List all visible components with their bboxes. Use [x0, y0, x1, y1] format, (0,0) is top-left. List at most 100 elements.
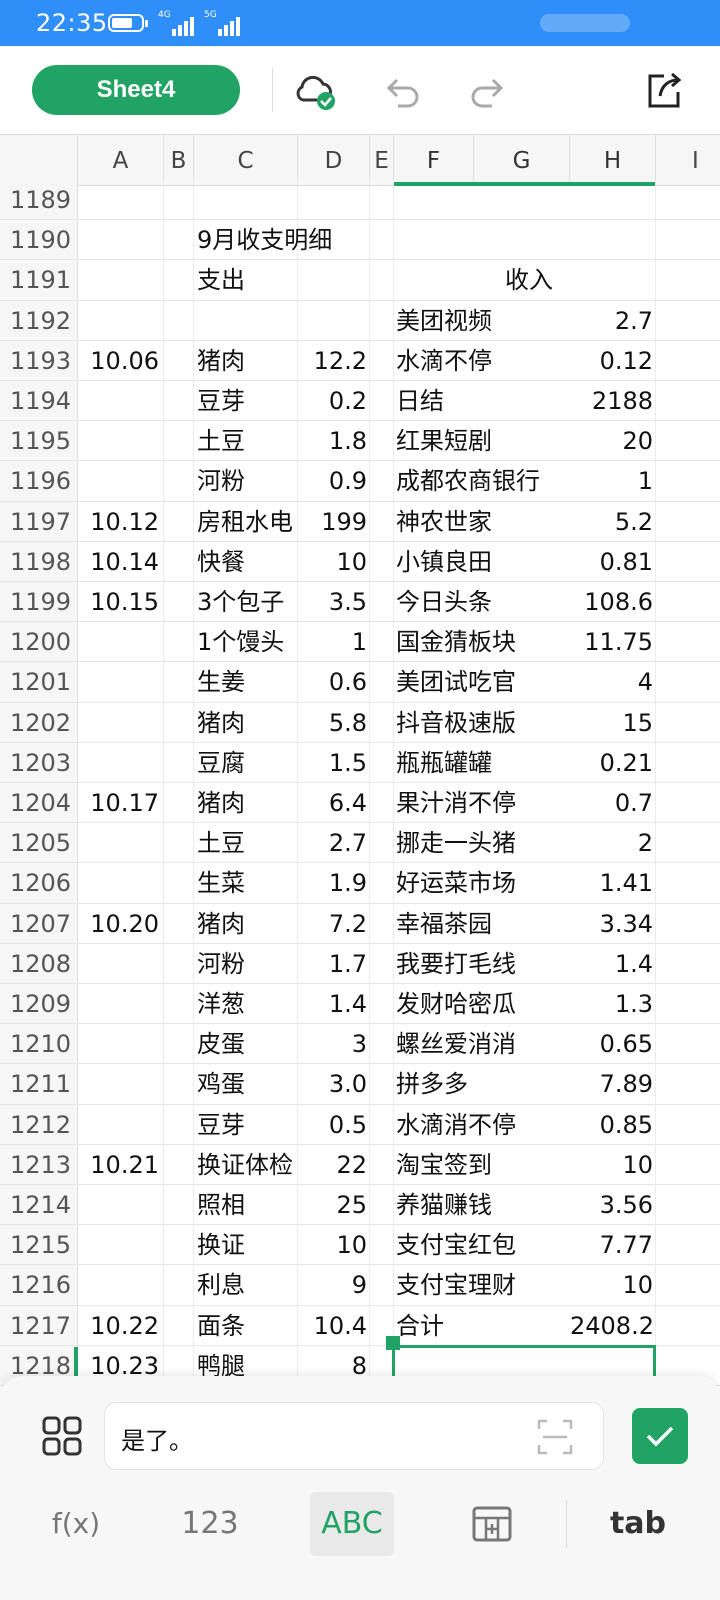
cell-f[interactable]: 支付宝红包: [394, 1225, 570, 1264]
cell-a[interactable]: 10.22: [78, 1305, 164, 1345]
column-header-f[interactable]: F: [394, 135, 474, 185]
cell-h[interactable]: 10: [570, 1265, 656, 1305]
cell-c[interactable]: 换证体检: [194, 1144, 298, 1184]
cell-c[interactable]: 皮蛋: [194, 1024, 298, 1064]
cell-i[interactable]: [656, 1064, 720, 1103]
cell-b[interactable]: [164, 863, 194, 903]
row-number[interactable]: 1212: [0, 1104, 78, 1144]
row-number[interactable]: 1204: [0, 783, 78, 823]
cell-a[interactable]: [78, 742, 164, 782]
cell-f[interactable]: 淘宝签到: [394, 1145, 570, 1184]
cell-i[interactable]: [656, 381, 720, 420]
cell-b[interactable]: [164, 823, 194, 863]
cell-c[interactable]: 土豆: [194, 421, 298, 461]
cell-c[interactable]: 支出: [194, 260, 298, 300]
cell-d[interactable]: [298, 260, 370, 300]
cell-b[interactable]: [164, 582, 194, 622]
tab-key[interactable]: tab: [600, 1492, 676, 1556]
cell-d[interactable]: 0.2: [298, 381, 370, 421]
sheet-tab-button[interactable]: Sheet4: [32, 65, 240, 115]
cell-h[interactable]: 108.6: [570, 582, 656, 622]
cell-a[interactable]: [78, 662, 164, 702]
cell-f[interactable]: 神农世家: [394, 502, 570, 541]
cell-d[interactable]: 1.8: [298, 421, 370, 461]
cloud-saved-icon[interactable]: [290, 66, 338, 114]
cell-h[interactable]: 0.21: [570, 742, 656, 782]
cell-b[interactable]: [164, 1104, 194, 1144]
cell-b[interactable]: [164, 381, 194, 421]
cell-a[interactable]: [78, 1225, 164, 1265]
cell-h[interactable]: 20: [570, 421, 656, 461]
cell-f[interactable]: 小镇良田: [394, 542, 570, 581]
cell-d[interactable]: 0.5: [298, 1104, 370, 1144]
cell-e[interactable]: [370, 541, 394, 581]
redo-icon[interactable]: [464, 66, 512, 114]
cell-a[interactable]: 10.20: [78, 903, 164, 943]
cell-a[interactable]: [78, 823, 164, 863]
cell-f[interactable]: 发财哈密瓜: [394, 984, 570, 1023]
cell-i[interactable]: [656, 622, 720, 661]
row-number[interactable]: 1209: [0, 984, 78, 1024]
cell-c[interactable]: 猪肉: [194, 340, 298, 380]
row-number[interactable]: 1207: [0, 903, 78, 943]
cell-f[interactable]: 今日头条: [394, 582, 570, 621]
cell-h[interactable]: 1.41: [570, 863, 656, 903]
cell-a[interactable]: [78, 461, 164, 501]
cell-b[interactable]: [164, 1265, 194, 1305]
cell-a[interactable]: [78, 1024, 164, 1064]
cell-d[interactable]: 7.2: [298, 903, 370, 943]
cell-c[interactable]: 9月收支明细: [194, 220, 332, 260]
cell-d[interactable]: 3.5: [298, 582, 370, 622]
row-number[interactable]: 1210: [0, 1024, 78, 1064]
cell-c[interactable]: 河粉: [194, 461, 298, 501]
row-number[interactable]: 1203: [0, 742, 78, 782]
row-number[interactable]: 1192: [0, 300, 78, 340]
cell-h[interactable]: [570, 180, 656, 220]
column-header-h[interactable]: H: [570, 135, 656, 185]
cell-f[interactable]: 我要打毛线: [394, 944, 570, 983]
cell-h[interactable]: 0.65: [570, 1024, 656, 1064]
cell-d[interactable]: [298, 180, 370, 220]
row-number[interactable]: 1211: [0, 1064, 78, 1104]
cell-i[interactable]: [656, 220, 720, 259]
cell-h[interactable]: 2408.2: [570, 1305, 656, 1345]
cell-h[interactable]: 15: [570, 702, 656, 742]
cell-f[interactable]: 红果短剧: [394, 421, 570, 460]
cell-f[interactable]: [394, 220, 570, 259]
row-number[interactable]: 1191: [0, 260, 78, 300]
cell-e[interactable]: [370, 943, 394, 983]
cell-a[interactable]: [78, 260, 164, 300]
cell-b[interactable]: [164, 501, 194, 541]
cell-h[interactable]: 4: [570, 662, 656, 702]
cell-b[interactable]: [164, 742, 194, 782]
row-number[interactable]: 1190: [0, 220, 78, 260]
cell-d[interactable]: 1.5: [298, 742, 370, 782]
cell-a[interactable]: [78, 702, 164, 742]
cell-d[interactable]: 3.0: [298, 1064, 370, 1104]
row-number[interactable]: 1199: [0, 582, 78, 622]
cell-a[interactable]: [78, 300, 164, 340]
cell-b[interactable]: [164, 662, 194, 702]
cell-e[interactable]: [370, 702, 394, 742]
selection-handle[interactable]: [386, 1336, 400, 1350]
cell-c[interactable]: 利息: [194, 1265, 298, 1305]
cell-f[interactable]: 美团视频: [394, 301, 570, 340]
cell-c[interactable]: 房租水电: [194, 501, 298, 541]
cell-e[interactable]: [370, 1225, 394, 1265]
cell-i[interactable]: [656, 1306, 720, 1345]
cell-c[interactable]: 生姜: [194, 662, 298, 702]
cell-f[interactable]: 拼多多: [394, 1064, 570, 1103]
cell-i[interactable]: [656, 461, 720, 500]
cell-b[interactable]: [164, 1305, 194, 1345]
cell-i[interactable]: [656, 1105, 720, 1144]
cell-i[interactable]: [656, 984, 720, 1023]
row-number[interactable]: 1208: [0, 943, 78, 983]
cell-e[interactable]: [370, 381, 394, 421]
cell-b[interactable]: [164, 943, 194, 983]
cell-b[interactable]: [164, 300, 194, 340]
cell-f[interactable]: 养猫赚钱: [394, 1185, 570, 1224]
cell-e[interactable]: [370, 1024, 394, 1064]
cell-a[interactable]: [78, 180, 164, 220]
cell-h[interactable]: 1.4: [570, 943, 656, 983]
cell-h[interactable]: 7.77: [570, 1225, 656, 1265]
